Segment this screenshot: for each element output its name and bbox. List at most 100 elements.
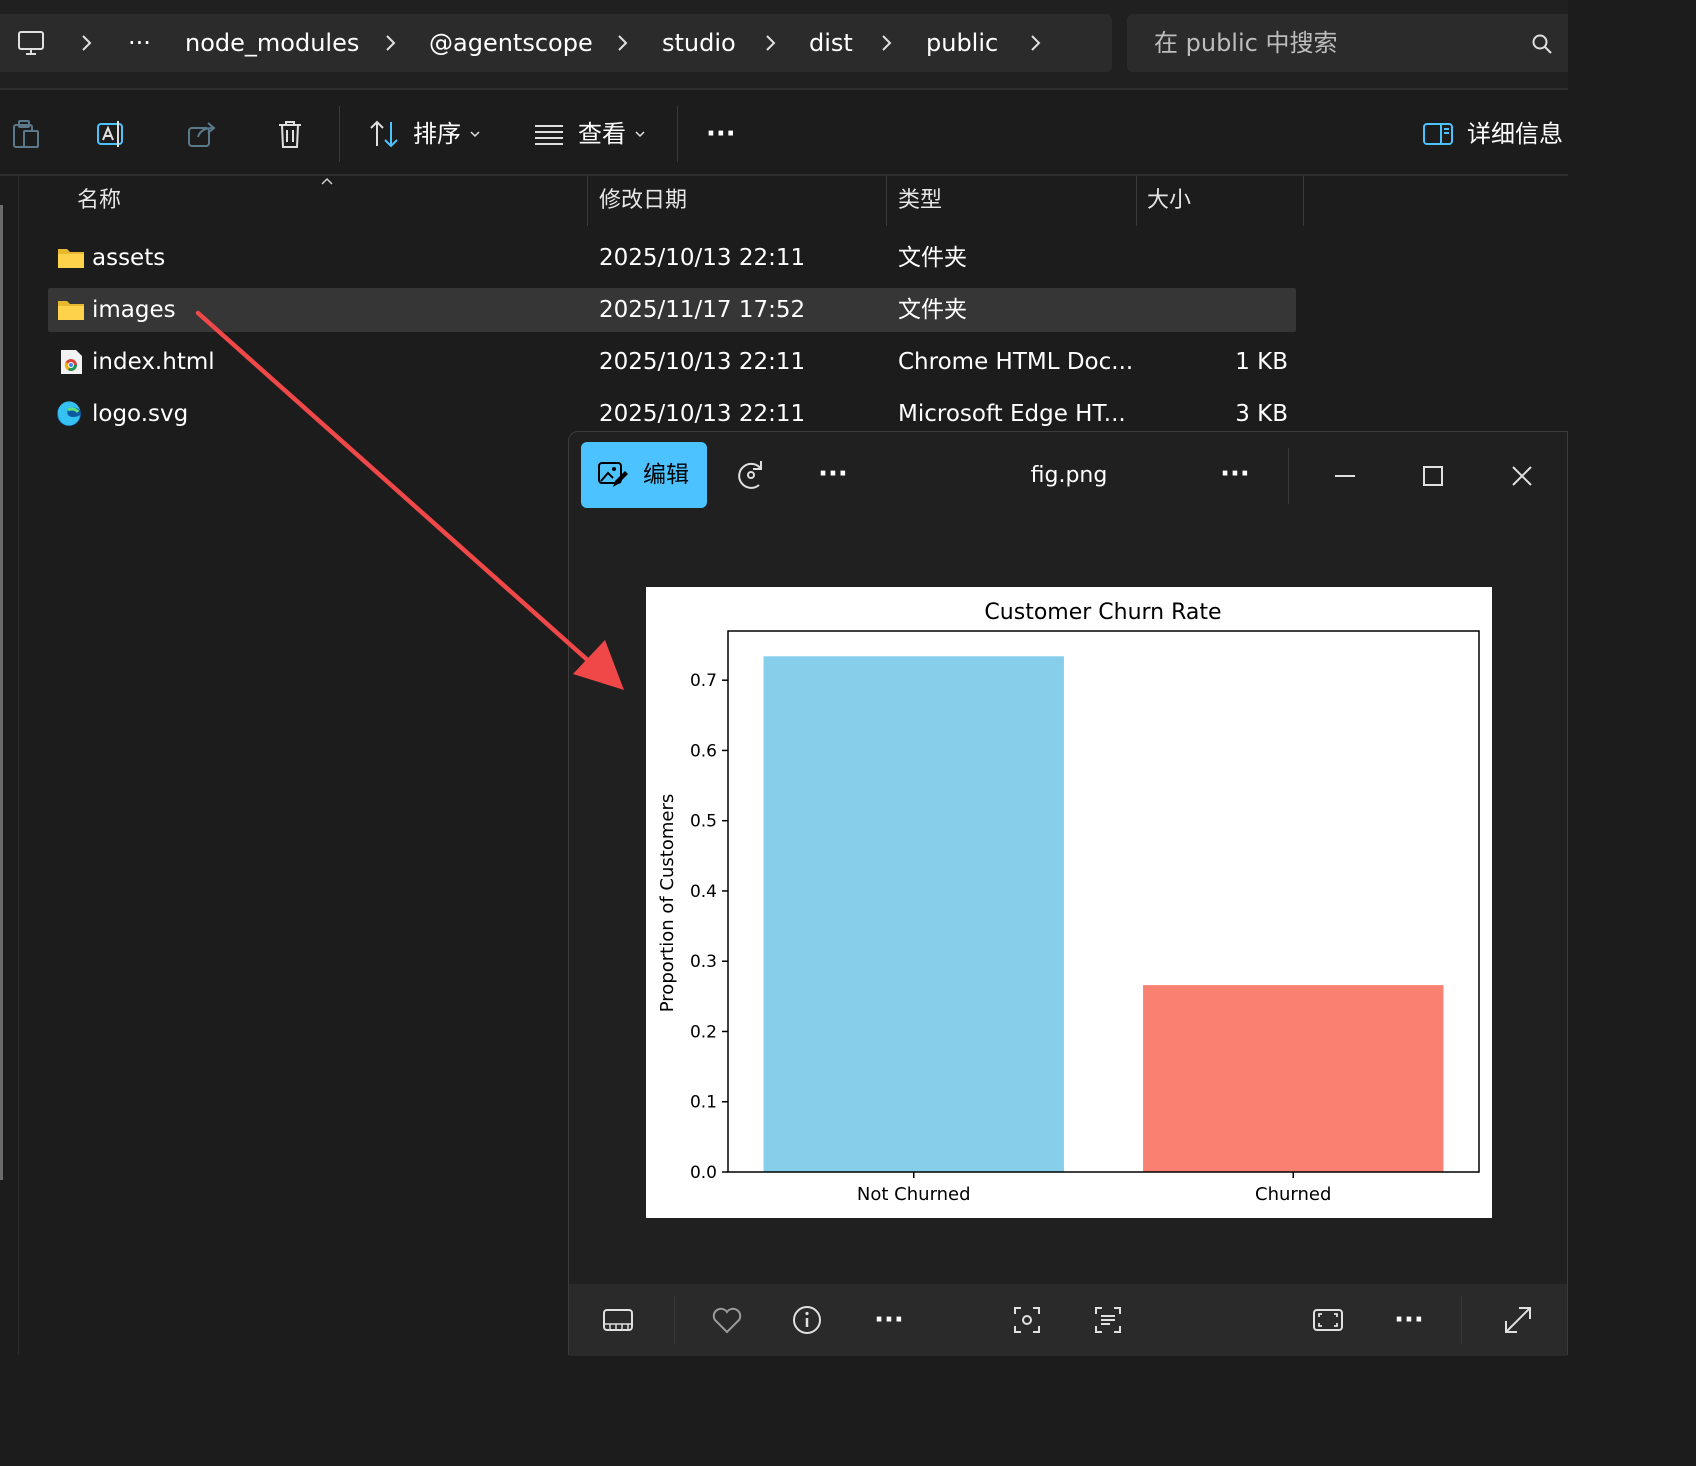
bottom-more-button[interactable]: ··· bbox=[861, 1302, 917, 1338]
folder-icon bbox=[58, 301, 84, 320]
edit-button[interactable]: 编辑 bbox=[581, 442, 707, 508]
chevron-right-icon bbox=[618, 35, 628, 51]
breadcrumb-item-public[interactable]: public bbox=[926, 14, 998, 72]
chevron-right-icon bbox=[82, 35, 92, 51]
file-row[interactable]: logo.svg 2025/10/13 22:11 Microsoft Edge… bbox=[48, 392, 1296, 436]
x-tick-label: Churned bbox=[1255, 1184, 1331, 1205]
file-size: 3 KB bbox=[1235, 401, 1288, 427]
view-icon[interactable] bbox=[533, 118, 565, 150]
address-bar: ··· node_modules @agentscope studio dist… bbox=[0, 0, 1568, 88]
breadcrumb-item-studio[interactable]: studio bbox=[662, 14, 736, 72]
chevron-right-icon bbox=[766, 35, 776, 51]
search-input[interactable]: 在 public 中搜索 bbox=[1154, 14, 1337, 72]
file-modified: 2025/10/13 22:11 bbox=[599, 245, 806, 271]
edit-label: 编辑 bbox=[643, 462, 689, 488]
more-options-button[interactable]: ··· bbox=[706, 90, 736, 178]
breadcrumb-item-dist[interactable]: dist bbox=[809, 14, 853, 72]
file-name[interactable]: assets bbox=[92, 236, 165, 280]
column-divider[interactable] bbox=[1136, 176, 1137, 226]
column-divider[interactable] bbox=[886, 176, 887, 226]
column-header-name[interactable]: 名称 bbox=[77, 176, 121, 226]
details-pane-icon[interactable] bbox=[1422, 118, 1454, 150]
filmstrip-icon[interactable] bbox=[600, 1302, 636, 1338]
breadcrumb-overflow[interactable]: ··· bbox=[128, 14, 151, 72]
sort-button[interactable]: 排序 bbox=[413, 90, 461, 178]
folder-icon bbox=[58, 249, 84, 268]
file-row-selected[interactable]: images 2025/11/17 17:52 文件夹 bbox=[48, 288, 1296, 332]
breadcrumb-item-agentscope[interactable]: @agentscope bbox=[429, 14, 593, 72]
y-tick-label: 0.2 bbox=[690, 1022, 717, 1042]
file-size: 1 KB bbox=[1235, 349, 1288, 375]
share-icon[interactable] bbox=[186, 118, 218, 150]
close-icon[interactable] bbox=[1504, 458, 1540, 494]
info-icon[interactable] bbox=[789, 1302, 825, 1338]
bottom-separator bbox=[674, 1296, 675, 1344]
toolbar-separator bbox=[677, 106, 678, 162]
chevron-right-icon[interactable] bbox=[1029, 32, 1043, 54]
column-divider[interactable] bbox=[1303, 176, 1304, 226]
photo-viewer-window: 编辑 ··· fig.png ··· Customer Churn Rate P… bbox=[568, 431, 1568, 1356]
viewer-file-name: fig.png bbox=[1030, 463, 1108, 488]
details-button[interactable]: 详细信息 bbox=[1467, 90, 1563, 178]
y-tick-label: 0.7 bbox=[690, 671, 717, 691]
text-scan-icon[interactable] bbox=[1090, 1302, 1126, 1338]
column-header-size[interactable]: 大小 bbox=[1147, 176, 1191, 226]
fit-to-window-icon[interactable] bbox=[1310, 1302, 1346, 1338]
this-pc-icon[interactable] bbox=[16, 28, 46, 58]
column-header-modified[interactable]: 修改日期 bbox=[599, 176, 687, 226]
y-tick-label: 0.3 bbox=[690, 952, 717, 972]
search-box[interactable]: 在 public 中搜索 bbox=[1127, 14, 1568, 72]
edge-icon bbox=[57, 401, 81, 426]
file-row[interactable]: index.html 2025/10/13 22:11 Chrome HTML … bbox=[48, 340, 1296, 384]
file-modified: 2025/11/17 17:52 bbox=[599, 297, 806, 323]
search-icon[interactable] bbox=[1531, 33, 1553, 55]
sort-ascending-icon bbox=[321, 177, 333, 185]
expand-icon[interactable] bbox=[1500, 1302, 1536, 1338]
toolbar-more-button[interactable]: ··· bbox=[805, 456, 861, 492]
bar-churned bbox=[1143, 985, 1444, 1172]
edit-image-icon bbox=[598, 462, 628, 487]
file-name[interactable]: images bbox=[92, 288, 176, 332]
chevron-right-icon bbox=[386, 35, 396, 51]
navigation-pane-scrollbar[interactable] bbox=[0, 205, 3, 1180]
y-tick-label: 0.6 bbox=[690, 741, 717, 761]
rename-icon[interactable] bbox=[96, 118, 128, 150]
breadcrumb-item-node-modules[interactable]: node_modules bbox=[185, 14, 359, 72]
title-more-button[interactable]: ··· bbox=[1207, 456, 1263, 492]
file-modified: 2025/10/13 22:11 bbox=[599, 349, 806, 375]
rotate-icon[interactable] bbox=[733, 457, 769, 493]
file-type: 文件夹 bbox=[898, 245, 967, 271]
bottom-more-button-2[interactable]: ··· bbox=[1381, 1302, 1437, 1338]
title-separator bbox=[1288, 448, 1289, 504]
file-modified: 2025/10/13 22:11 bbox=[599, 401, 806, 427]
file-type: 文件夹 bbox=[898, 297, 967, 323]
toolbar-separator bbox=[339, 106, 340, 162]
chrome-html-icon bbox=[61, 350, 82, 374]
chevron-right-icon bbox=[882, 35, 892, 51]
file-name[interactable]: logo.svg bbox=[92, 392, 188, 436]
x-tick-label: Not Churned bbox=[857, 1184, 971, 1205]
paste-icon[interactable] bbox=[10, 118, 42, 150]
file-type: Microsoft Edge HT... bbox=[898, 401, 1126, 427]
y-tick-label: 0.5 bbox=[690, 812, 717, 832]
viewer-bottom-bar: ··· ··· bbox=[569, 1284, 1567, 1356]
pane-divider bbox=[18, 176, 19, 1355]
command-toolbar: 排序 查看 ··· 详细信息 bbox=[0, 88, 1568, 176]
column-header-type[interactable]: 类型 bbox=[898, 176, 942, 226]
y-tick-label: 0.0 bbox=[690, 1163, 717, 1183]
visual-search-icon[interactable] bbox=[1009, 1302, 1045, 1338]
file-name[interactable]: index.html bbox=[92, 340, 215, 384]
y-axis-label: Proportion of Customers bbox=[657, 794, 678, 1012]
favorite-heart-icon[interactable] bbox=[709, 1302, 745, 1338]
chevron-down-icon bbox=[635, 131, 645, 138]
breadcrumb[interactable]: ··· node_modules @agentscope studio dist… bbox=[0, 14, 1112, 72]
bar-not-churned bbox=[763, 656, 1064, 1172]
sort-icon[interactable] bbox=[368, 118, 400, 150]
minimize-icon[interactable] bbox=[1327, 458, 1363, 494]
column-divider[interactable] bbox=[587, 176, 588, 226]
file-row[interactable]: assets 2025/10/13 22:11 文件夹 bbox=[48, 236, 1296, 280]
maximize-icon[interactable] bbox=[1415, 458, 1451, 494]
delete-icon[interactable] bbox=[274, 118, 306, 150]
view-button[interactable]: 查看 bbox=[578, 90, 626, 178]
y-tick-label: 0.1 bbox=[690, 1093, 717, 1113]
